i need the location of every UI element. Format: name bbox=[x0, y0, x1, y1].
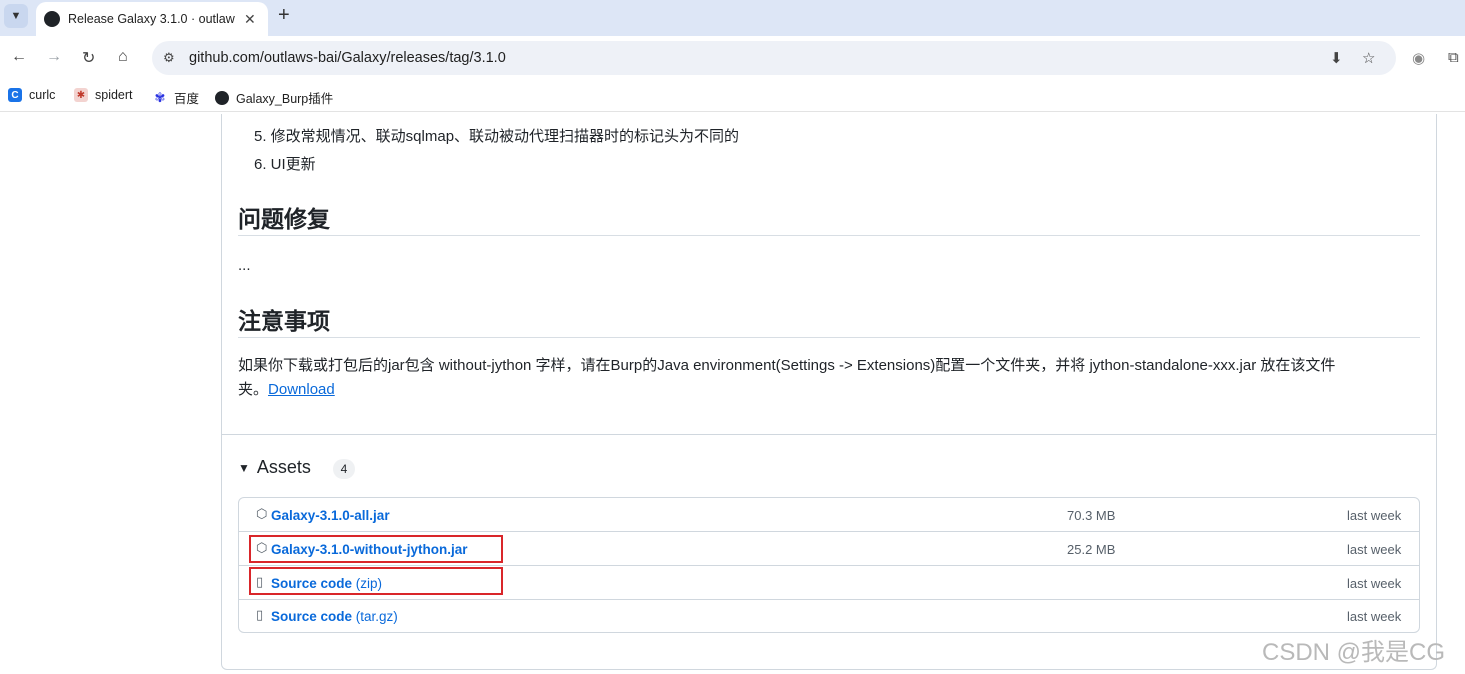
asset-date: last week bbox=[1347, 609, 1402, 624]
tab-search-chevron-icon[interactable]: ▼ bbox=[4, 4, 28, 28]
asset-suffix: (tar.gz) bbox=[352, 609, 398, 624]
back-arrow-icon[interactable]: ← bbox=[11, 48, 27, 66]
bookmark-curlc[interactable]: C curlc bbox=[8, 88, 55, 102]
heading-rule bbox=[238, 235, 1420, 236]
bookmark-galaxy-burp[interactable]: Galaxy_Burp插件 bbox=[215, 88, 333, 107]
asset-row: ⬡ Galaxy-3.1.0-all.jar 70.3 MB last week bbox=[239, 498, 1419, 532]
curlc-icon: C bbox=[8, 88, 22, 102]
file-zip-icon: ▯ bbox=[256, 607, 264, 622]
list-item: 6. UI更新 bbox=[254, 156, 316, 173]
asset-date: last week bbox=[1347, 576, 1402, 591]
section-divider bbox=[222, 434, 1436, 435]
github-favicon-icon bbox=[44, 11, 60, 27]
baidu-paw-icon: ✾ bbox=[153, 89, 167, 105]
bookmark-spidert[interactable]: ✱ spidert bbox=[74, 88, 133, 102]
bookmark-label: 百度 bbox=[174, 92, 200, 106]
reload-icon[interactable]: ↻ bbox=[82, 48, 95, 68]
new-tab-button[interactable]: + bbox=[278, 4, 290, 27]
caret-down-icon: ▼ bbox=[238, 460, 250, 475]
bookmark-label: Galaxy_Burp插件 bbox=[236, 92, 334, 106]
highlight-box bbox=[249, 567, 503, 595]
section-heading-fixes: 问题修复 bbox=[238, 206, 330, 232]
asset-date: last week bbox=[1347, 542, 1402, 557]
site-info-icon[interactable]: ⚙ bbox=[163, 50, 175, 66]
browser-tab[interactable]: Release Galaxy 3.1.0 · outlaw ✕ bbox=[36, 2, 268, 36]
bookmark-baidu[interactable]: ✾ 百度 bbox=[153, 88, 199, 107]
notes-text: 夹。 bbox=[238, 381, 269, 398]
spidert-icon: ✱ bbox=[74, 88, 88, 102]
github-icon bbox=[215, 90, 229, 105]
url-text[interactable]: github.com/outlaws-bai/Galaxy/releases/t… bbox=[189, 50, 506, 66]
asset-date: last week bbox=[1347, 508, 1402, 523]
bookmark-star-icon[interactable]: ☆ bbox=[1362, 49, 1375, 67]
highlight-box bbox=[249, 535, 503, 563]
asset-name: Source code bbox=[271, 609, 353, 624]
close-tab-icon[interactable]: ✕ bbox=[244, 11, 256, 28]
asset-link[interactable]: Galaxy-3.1.0-all.jar bbox=[271, 508, 390, 523]
install-app-icon[interactable]: ⬇ bbox=[1330, 49, 1343, 67]
asset-size: 25.2 MB bbox=[1067, 542, 1116, 557]
bookmark-label: curlc bbox=[29, 88, 56, 102]
extensions-icon[interactable]: ⧉ bbox=[1448, 49, 1459, 66]
tab-title: Release Galaxy 3.1.0 · outlaw bbox=[68, 12, 235, 26]
bookmark-label: spidert bbox=[95, 88, 133, 102]
assets-heading: Assets bbox=[256, 457, 311, 477]
asset-link[interactable]: Source code (tar.gz) bbox=[271, 609, 398, 624]
list-item: 5. 修改常规情况、联动sqlmap、联动被动代理扫描器时的标记头为不同的 bbox=[254, 128, 740, 145]
asset-name: Galaxy-3.1.0-all.jar bbox=[271, 508, 390, 523]
notes-body-line1: 如果你下载或打包后的jar包含 without-jython 字样，请在Burp… bbox=[238, 357, 1336, 374]
profile-icon[interactable]: ◉ bbox=[1412, 49, 1425, 67]
package-icon: ⬡ bbox=[256, 506, 268, 521]
heading-rule bbox=[238, 337, 1420, 338]
watermark: CSDN @我是CG bbox=[1262, 639, 1446, 666]
assets-list: ⬡ Galaxy-3.1.0-all.jar 70.3 MB last week… bbox=[238, 497, 1420, 633]
fixes-body: ... bbox=[238, 257, 251, 274]
asset-row: ▯ Source code (tar.gz) last week bbox=[239, 599, 1419, 633]
notes-body-line2: 夹。Download bbox=[238, 378, 335, 402]
assets-toggle[interactable]: ▼ Assets bbox=[238, 457, 311, 478]
download-link[interactable]: Download bbox=[268, 381, 335, 398]
assets-count-badge: 4 bbox=[333, 459, 355, 479]
asset-size: 70.3 MB bbox=[1067, 508, 1116, 523]
section-heading-notes: 注意事项 bbox=[238, 308, 330, 334]
forward-arrow-icon[interactable]: → bbox=[46, 48, 62, 66]
home-icon[interactable]: ⌂ bbox=[118, 48, 128, 66]
